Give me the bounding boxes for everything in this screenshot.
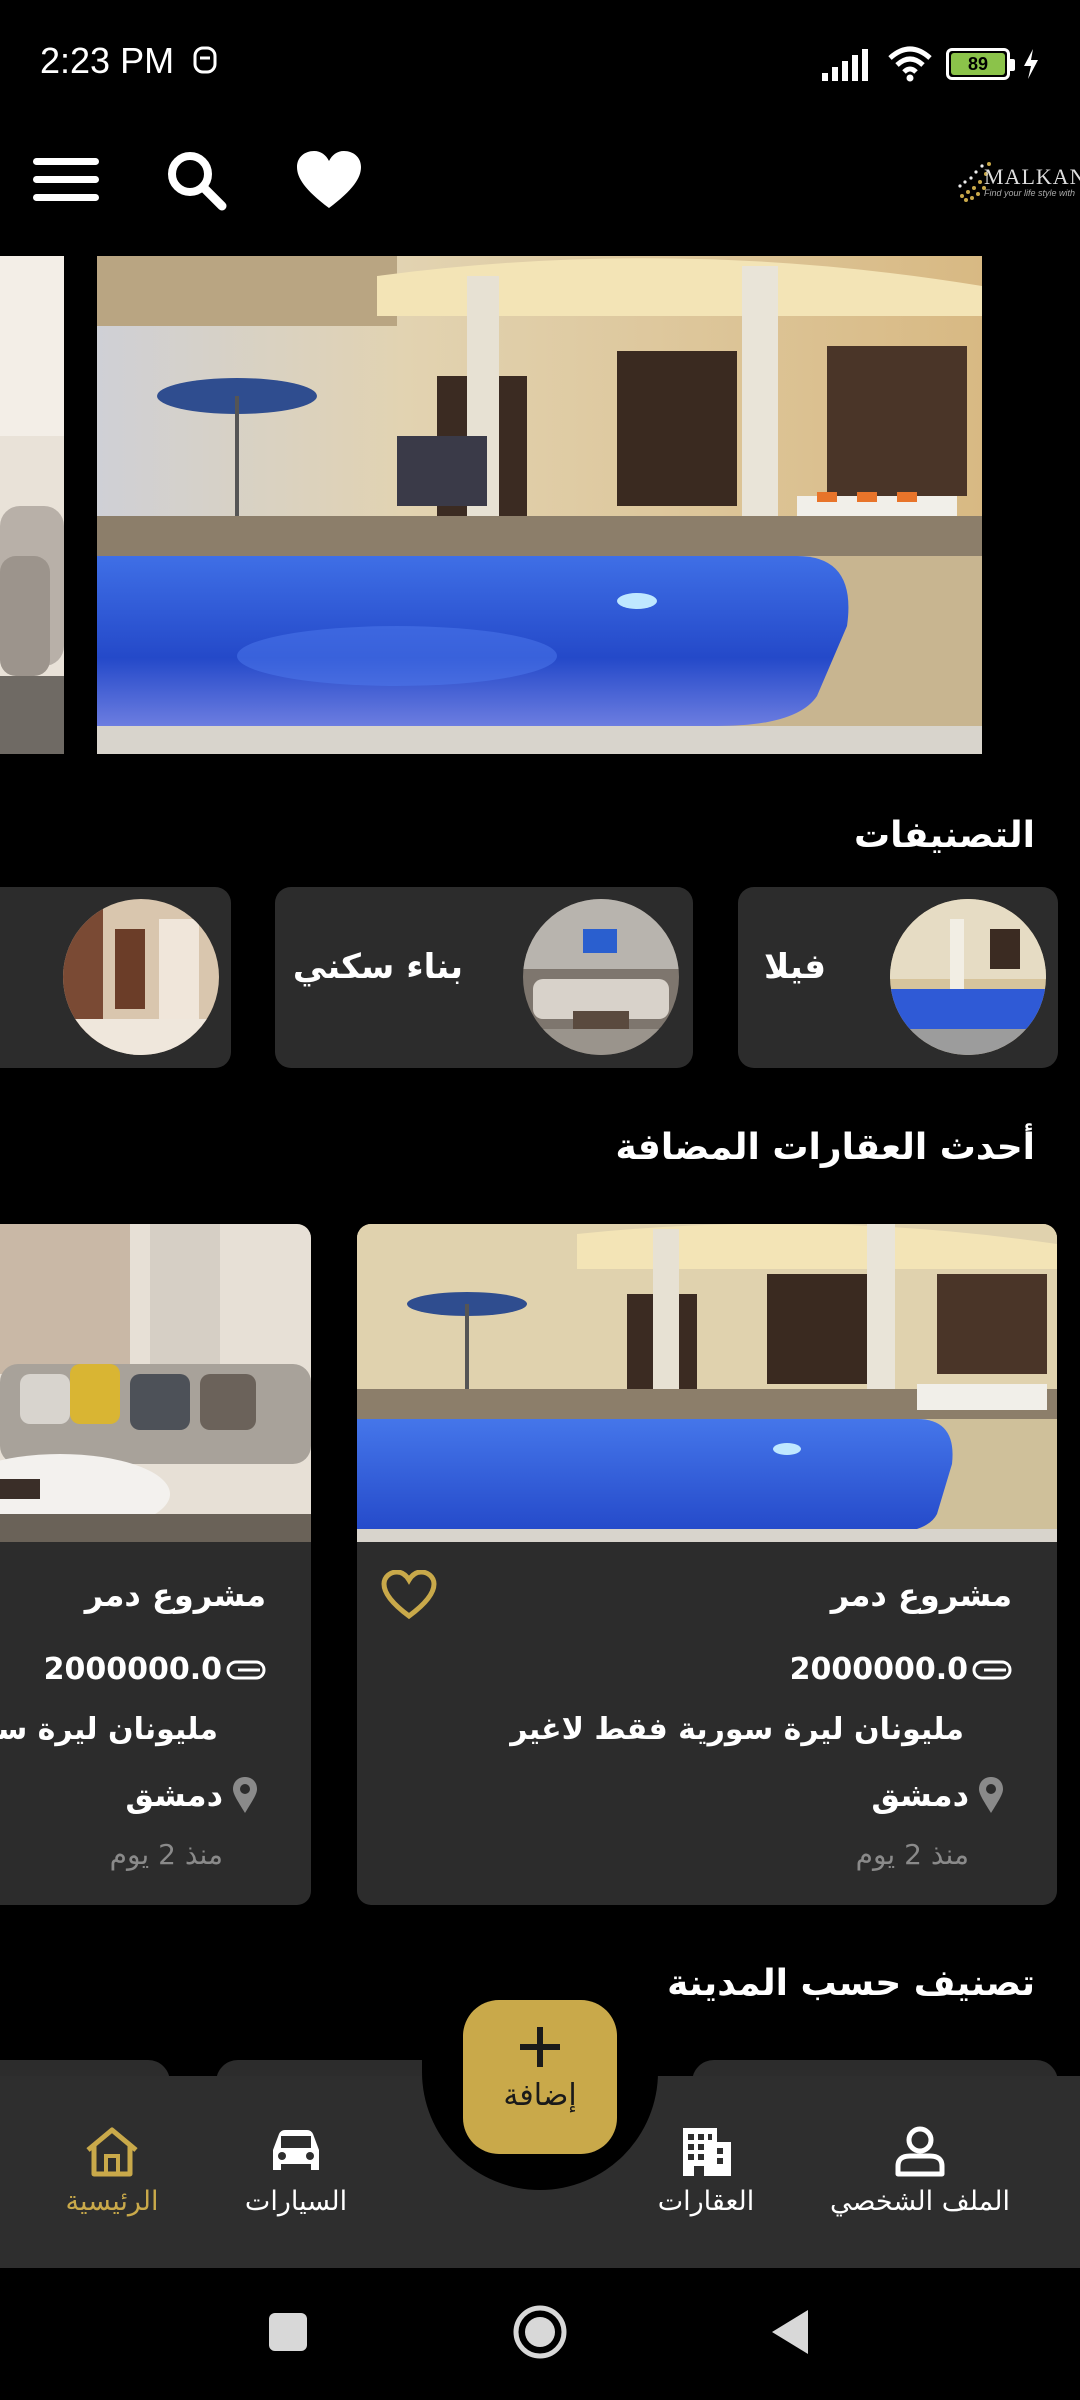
building-icon xyxy=(683,2128,731,2176)
home-circle-icon[interactable] xyxy=(512,2304,568,2360)
category-thumbnail xyxy=(890,899,1046,1055)
app-logo: MALKANA Find your life style with xyxy=(950,142,1080,218)
signal-icon xyxy=(822,49,868,81)
villa-thumbnail-image xyxy=(890,899,1046,1055)
property-price-row: 2000000.0 xyxy=(790,1652,1012,1687)
property-description: مليونان ليرة سورية فقط لاغير xyxy=(510,1712,964,1747)
category-label: فيلا xyxy=(764,947,826,987)
hamburger-menu-icon xyxy=(33,158,99,201)
plus-icon xyxy=(520,2027,560,2067)
nav-profile-label: الملف الشخصي xyxy=(830,2186,1010,2217)
property-price-row: 2000000.0 xyxy=(44,1652,266,1687)
city-categories-title: تصنيف حسب المدينة xyxy=(667,1963,1035,2004)
living-room-image xyxy=(0,1224,311,1542)
property-description: مليونان ليرة سورية فقط لاغير xyxy=(0,1712,218,1747)
logo-text: MALKANA xyxy=(984,164,1080,189)
latest-properties-title: أحدث العقارات المضافة xyxy=(615,1127,1035,1168)
logo-tagline: Find your life style with xyxy=(984,188,1076,198)
alarm-icon xyxy=(193,46,217,74)
property-price: 2000000.0 xyxy=(789,1652,968,1687)
categories-title: التصنيفات xyxy=(853,815,1035,856)
add-button-label: إضافة xyxy=(503,2078,577,2113)
heart-icon xyxy=(297,151,361,208)
property-image xyxy=(0,1224,311,1542)
status-indicators: 89 xyxy=(822,44,1040,84)
location-pin-icon xyxy=(979,1777,1003,1813)
favorite-heart-icon[interactable] xyxy=(381,1570,437,1620)
villa-pool-image xyxy=(357,1224,1057,1542)
person-icon xyxy=(895,2126,945,2177)
category-label: بناء سكني xyxy=(292,947,463,987)
nav-home-label: الرئيسية xyxy=(65,2186,159,2217)
currency-icon xyxy=(972,1660,1012,1679)
category-thumbnail xyxy=(63,899,219,1055)
property-location-row: دمشق xyxy=(125,1776,259,1814)
recent-apps-icon[interactable] xyxy=(268,2312,308,2352)
app-header: MALKANA Find your life style with xyxy=(0,130,1080,230)
system-navigation-bar xyxy=(0,2268,1080,2400)
add-button[interactable]: إضافة xyxy=(463,2000,617,2154)
property-city: دمشق xyxy=(125,1776,223,1814)
favorites-button[interactable] xyxy=(289,140,369,220)
nav-real-estate[interactable]: العقارات xyxy=(606,2126,806,2256)
category-thumbnail xyxy=(523,899,679,1055)
search-button[interactable] xyxy=(156,140,236,220)
nav-home[interactable]: الرئيسية xyxy=(12,2126,212,2256)
status-time: 2:23 PM xyxy=(40,40,175,81)
property-title: مشروع دمر xyxy=(84,1576,266,1614)
back-icon[interactable] xyxy=(770,2308,810,2356)
menu-button[interactable] xyxy=(26,140,106,220)
category-card-villa[interactable]: فيلا xyxy=(738,887,1058,1068)
category-card-residential[interactable]: بناء سكني xyxy=(275,887,693,1068)
living-room-thumbnail-image xyxy=(523,899,679,1055)
property-time-ago: منذ 2 يوم xyxy=(109,1838,223,1871)
villa-pool-image xyxy=(97,256,982,754)
car-icon xyxy=(273,2130,319,2170)
property-card[interactable]: مشروع دمر 2000000.0 مليونان ليرة سورية ف… xyxy=(357,1224,1057,1905)
category-card-partial[interactable] xyxy=(0,887,231,1068)
property-city: دمشق xyxy=(871,1776,969,1814)
wifi-icon xyxy=(888,46,932,82)
nav-profile[interactable]: الملف الشخصي xyxy=(820,2126,1020,2256)
nav-cars[interactable]: السيارات xyxy=(196,2126,396,2256)
charging-icon xyxy=(1024,49,1038,79)
living-room-image xyxy=(0,256,64,754)
property-title: مشروع دمر xyxy=(830,1576,1012,1614)
battery-icon: 89 xyxy=(946,48,1015,80)
property-location-row: دمشق xyxy=(871,1776,1005,1814)
nav-real-estate-label: العقارات xyxy=(657,2186,755,2217)
hero-slide-current[interactable] xyxy=(97,256,982,754)
hero-slide-previous[interactable] xyxy=(0,256,64,754)
location-pin-icon xyxy=(233,1777,257,1813)
property-price: 2000000.0 xyxy=(43,1652,222,1687)
currency-icon xyxy=(226,1660,266,1679)
status-bar: 2:23 PM 89 xyxy=(0,0,1080,130)
hallway-thumbnail-image xyxy=(63,899,219,1055)
property-time-ago: منذ 2 يوم xyxy=(855,1838,969,1871)
nav-cars-label: السيارات xyxy=(244,2186,348,2217)
search-icon xyxy=(168,152,227,211)
property-image xyxy=(357,1224,1057,1542)
home-icon xyxy=(86,2127,138,2177)
property-card[interactable]: مشروع دمر 2000000.0 مليونان ليرة سورية ف… xyxy=(0,1224,311,1905)
battery-level: 89 xyxy=(951,53,1005,75)
